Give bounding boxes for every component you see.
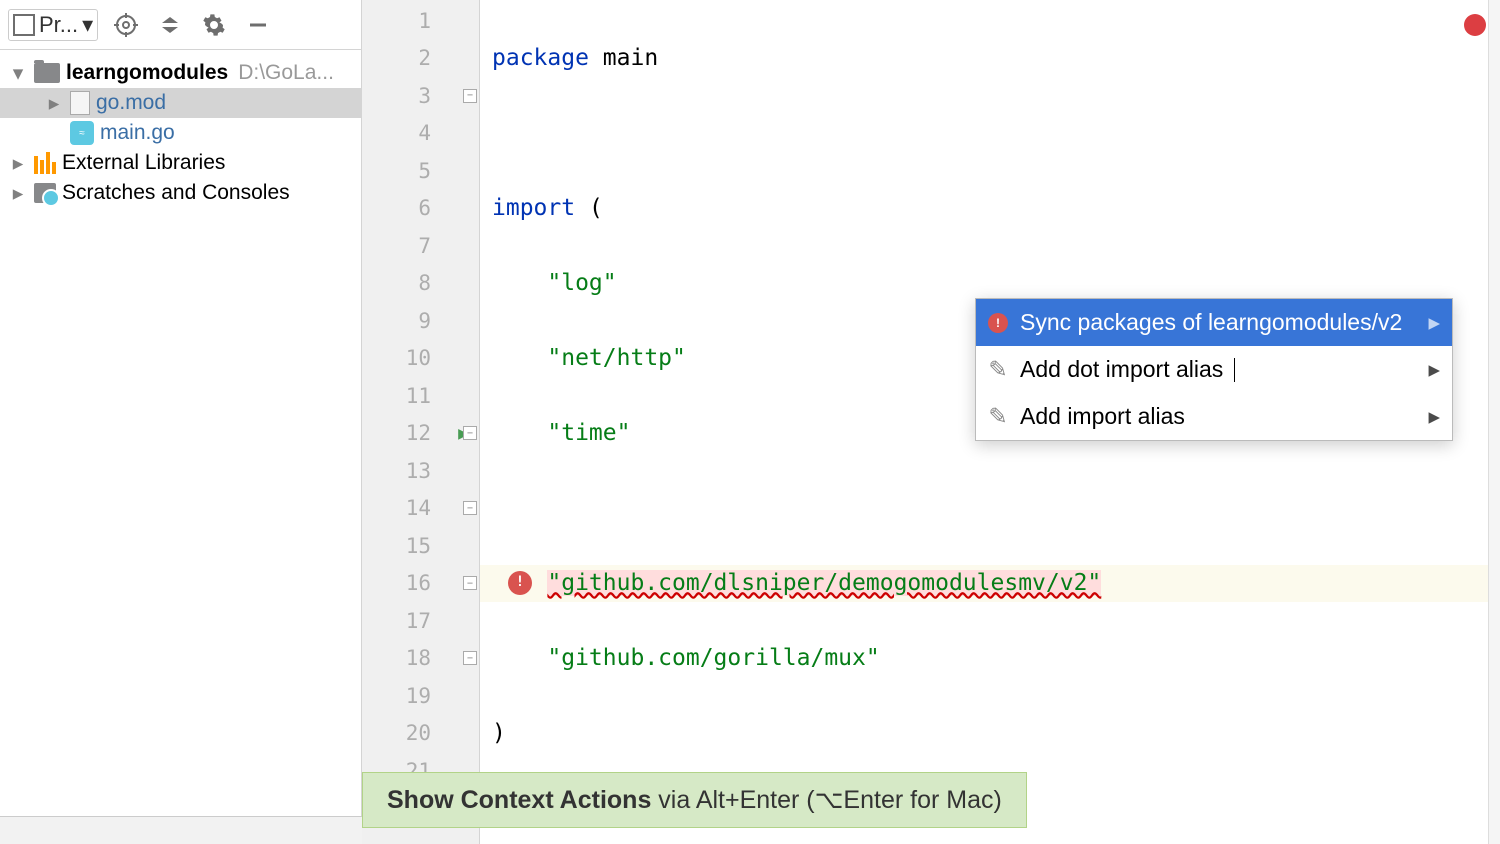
library-icon: [34, 152, 56, 174]
tree-file-gomod[interactable]: ▸ go.mod: [0, 88, 361, 118]
project-tree: ▾ learngomodules D:\GoLa... ▸ go.mod ≈ m…: [0, 50, 361, 844]
edit-icon: ✎: [988, 360, 1008, 380]
collapse-icon[interactable]: [154, 9, 186, 41]
chevron-right-icon: ▸: [44, 93, 64, 113]
popup-item-sync[interactable]: ! Sync packages of learngomodules/v2 ▸: [976, 299, 1452, 346]
chevron-right-icon: ▸: [8, 183, 28, 203]
chevron-down-icon: ▾: [82, 12, 93, 38]
error-indicator-icon[interactable]: [1464, 14, 1486, 36]
tree-external-libs[interactable]: ▸ External Libraries: [0, 148, 361, 178]
chevron-down-icon: ▾: [8, 63, 28, 83]
project-selector[interactable]: Pr... ▾: [8, 9, 98, 41]
project-sidebar: Pr... ▾ ▾ learngomodules D:\GoLa...: [0, 0, 362, 844]
fold-icon[interactable]: −: [463, 89, 477, 103]
tree-root[interactable]: ▾ learngomodules D:\GoLa...: [0, 58, 361, 88]
error-bulb-icon[interactable]: !: [508, 571, 532, 595]
popup-item-dot-alias[interactable]: ✎ Add dot import alias ▸: [976, 346, 1452, 393]
go-file-icon: ≈: [70, 121, 94, 145]
fold-icon[interactable]: −: [463, 651, 477, 665]
chevron-right-icon: ▸: [8, 153, 28, 173]
target-icon[interactable]: [110, 9, 142, 41]
chevron-right-icon: ▸: [1428, 356, 1440, 383]
popup-item-alias[interactable]: ✎ Add import alias ▸: [976, 393, 1452, 440]
folder-icon: [34, 63, 60, 83]
gear-icon[interactable]: [198, 9, 230, 41]
status-bar: [0, 816, 362, 844]
intention-popup: ! Sync packages of learngomodules/v2 ▸ ✎…: [975, 298, 1453, 441]
scroll-map[interactable]: [1488, 0, 1500, 844]
fold-icon[interactable]: −: [463, 426, 477, 440]
chevron-right-icon: ▸: [1428, 403, 1440, 430]
tree-scratches[interactable]: ▸ Scratches and Consoles: [0, 178, 361, 208]
edit-icon: ✎: [988, 407, 1008, 427]
fold-icon[interactable]: −: [463, 576, 477, 590]
fold-icon[interactable]: −: [463, 501, 477, 515]
minimize-icon[interactable]: [242, 9, 274, 41]
tree-file-maingo[interactable]: ≈ main.go: [0, 118, 361, 148]
hint-bar: Show Context Actions via Alt+Enter (⌥Ent…: [362, 772, 1027, 828]
sidebar-toolbar: Pr... ▾: [0, 0, 361, 50]
error-icon: !: [988, 313, 1008, 333]
file-icon: [70, 91, 90, 115]
scratches-icon: [34, 183, 56, 203]
gutter[interactable]: 1 2 3− 4 5 6 7 8 9 10 11 12▶− 13 14− 15 …: [362, 0, 480, 844]
chevron-right-icon: ▸: [1428, 309, 1440, 336]
